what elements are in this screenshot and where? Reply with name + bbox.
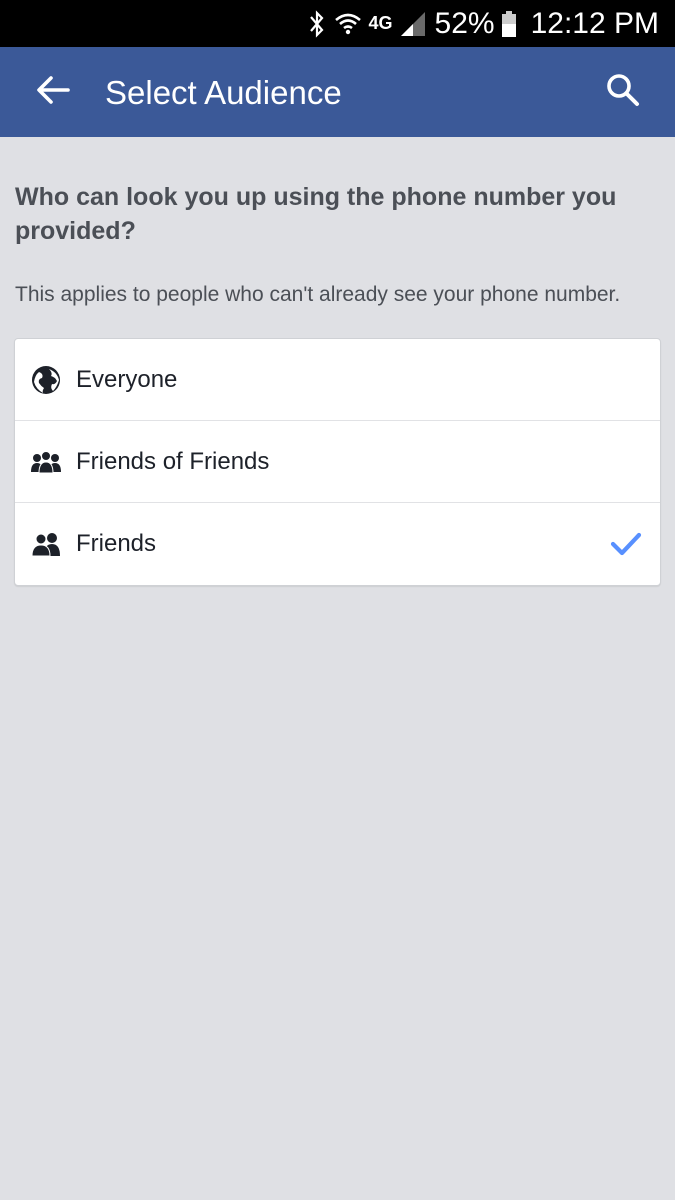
wifi-icon: [333, 10, 363, 38]
page-title: Select Audience: [105, 74, 342, 111]
globe-icon: [30, 364, 62, 396]
friends-of-friends-icon: [30, 446, 62, 478]
signal-icon: [399, 10, 427, 38]
battery-icon: [501, 10, 517, 38]
bluetooth-icon: [307, 9, 327, 38]
option-friends[interactable]: Friends: [15, 503, 660, 585]
app-bar: Select Audience: [0, 47, 675, 137]
network-type-label: 4G: [368, 13, 393, 33]
status-bar: 4G 52% 12:12 PM: [0, 0, 675, 47]
option-label: Everyone: [76, 365, 178, 393]
arrow-left-icon: [36, 75, 70, 110]
option-friends-of-friends[interactable]: Friends of Friends: [15, 421, 660, 503]
clock: 12:12 PM: [530, 6, 659, 40]
back-button[interactable]: [30, 69, 76, 115]
question-subtext: This applies to people who can't already…: [15, 283, 621, 306]
question-heading: Who can look you up using the phone numb…: [15, 183, 617, 245]
checkmark-icon: [609, 527, 643, 561]
option-label: Friends: [76, 530, 157, 557]
friends-icon: [30, 528, 62, 560]
search-button[interactable]: [600, 69, 646, 115]
search-icon: [606, 73, 640, 112]
option-label: Friends of Friends: [76, 447, 270, 475]
battery-percentage: 52%: [434, 6, 495, 40]
audience-options-list: Everyone Friends of Friends Friends: [14, 338, 661, 586]
option-everyone[interactable]: Everyone: [15, 339, 660, 421]
